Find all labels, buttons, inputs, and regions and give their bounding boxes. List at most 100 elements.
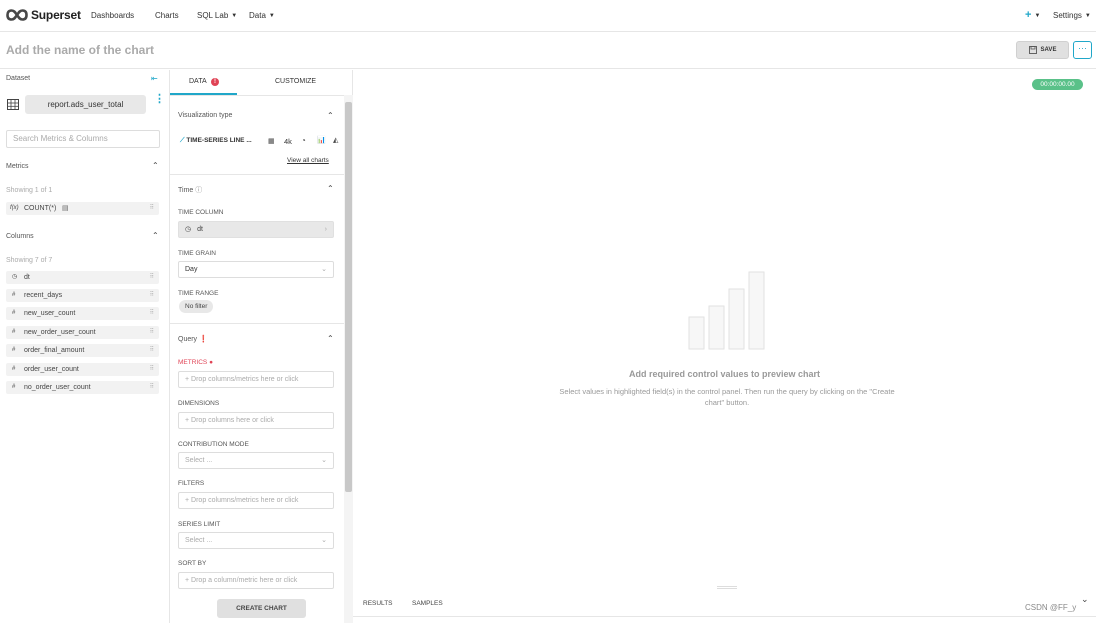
- column-item[interactable]: # order_user_count ⠿: [6, 363, 159, 376]
- nav-sql-lab-label: SQL Lab: [197, 11, 229, 20]
- search-input[interactable]: Search Metrics & Columns: [6, 130, 160, 148]
- results-divider: [353, 616, 1096, 617]
- column-item[interactable]: ◷ dt ⠿: [6, 271, 159, 284]
- big-number-icon[interactable]: 4k: [284, 137, 292, 146]
- columns-heading: Columns: [6, 233, 34, 240]
- tab-results[interactable]: RESULTS: [363, 600, 393, 607]
- chevron-up-icon[interactable]: ⌃: [152, 231, 159, 240]
- column-item[interactable]: # order_final_amount ⠿: [6, 344, 159, 357]
- nav-dashboards[interactable]: Dashboards: [91, 11, 134, 20]
- plus-icon: +: [185, 577, 190, 584]
- save-button[interactable]: SAVE: [1016, 41, 1069, 59]
- section-divider: [170, 323, 344, 324]
- chevron-down-icon: ⌄: [321, 457, 327, 464]
- chevron-up-icon[interactable]: ⌃: [327, 334, 334, 343]
- time-grain-value: Day: [185, 266, 198, 273]
- more-actions-button[interactable]: ···: [1073, 41, 1092, 59]
- columns-count: Showing 7 of 7: [6, 257, 53, 264]
- chevron-up-icon[interactable]: ⌃: [327, 111, 334, 120]
- metrics-heading: Metrics: [6, 163, 29, 170]
- series-limit-placeholder: Select ...: [185, 537, 213, 544]
- table-icon: ▤: [62, 205, 69, 212]
- time-column-select[interactable]: ◷ dt ›: [178, 221, 334, 238]
- numeric-icon: #: [12, 384, 16, 390]
- settings-menu[interactable]: Settings ▼: [1053, 11, 1091, 20]
- bar-chart-icon[interactable]: 📊: [317, 136, 326, 144]
- plus-icon: +: [185, 417, 190, 424]
- series-limit-select[interactable]: Select ... ⌄: [178, 532, 334, 549]
- nav-sql-lab[interactable]: SQL Lab ▼: [197, 11, 237, 20]
- settings-label: Settings: [1053, 11, 1082, 20]
- contribution-mode-label: CONTRIBUTION MODE: [178, 441, 249, 448]
- column-item[interactable]: # no_order_user_count ⠿: [6, 381, 159, 394]
- tab-data[interactable]: DATA!: [189, 78, 219, 86]
- chevron-down-icon[interactable]: ⌄: [1081, 594, 1089, 605]
- numeric-icon: #: [12, 292, 16, 298]
- numeric-icon: #: [12, 347, 16, 353]
- create-chart-button[interactable]: CREATE CHART: [217, 599, 306, 618]
- filters-placeholder: Drop columns/metrics here or click: [191, 497, 299, 504]
- contribution-mode-select[interactable]: Select ... ⌄: [178, 452, 334, 469]
- column-name: order_user_count: [24, 366, 79, 373]
- column-name: recent_days: [24, 292, 63, 299]
- column-name: dt: [24, 274, 30, 281]
- pie-chart-icon[interactable]: ◔: [301, 136, 306, 145]
- watermark: CSDN @FF_y: [1025, 603, 1077, 612]
- drag-handle-icon[interactable]: ⠿: [150, 289, 155, 302]
- column-item[interactable]: # new_order_user_count ⠿: [6, 326, 159, 339]
- dataset-menu-icon[interactable]: ⋮: [154, 94, 165, 105]
- time-grain-select[interactable]: Day ⌄: [178, 261, 334, 278]
- time-range-tag[interactable]: No filter: [179, 300, 214, 313]
- column-name: new_order_user_count: [24, 329, 96, 336]
- drag-handle-icon[interactable]: ⠿: [150, 381, 155, 394]
- brand-name: Superset: [31, 8, 81, 22]
- tab-samples[interactable]: SAMPLES: [412, 600, 443, 607]
- new-item-button[interactable]: + ▼: [1025, 9, 1040, 21]
- area-chart-icon[interactable]: ◭: [333, 136, 338, 144]
- chevron-up-icon[interactable]: ⌃: [327, 184, 334, 193]
- view-all-charts-link[interactable]: View all charts: [287, 157, 329, 164]
- query-heading: Query ❗: [178, 335, 208, 343]
- metrics-dropzone[interactable]: + Drop columns/metrics here or click: [178, 371, 334, 388]
- chevron-down-icon: ▼: [1084, 13, 1091, 19]
- drag-handle-icon[interactable]: ⠿: [150, 326, 155, 339]
- dataset-name[interactable]: report.ads_user_total: [25, 95, 146, 114]
- function-icon: f(x): [10, 205, 19, 211]
- query-timer: 00:00:00.00: [1032, 79, 1083, 90]
- metric-item[interactable]: f(x) COUNT(*) ▤ ⠿: [6, 202, 159, 215]
- chevron-right-icon: ›: [324, 226, 327, 233]
- table-chart-icon[interactable]: ▦: [268, 137, 275, 145]
- dimensions-placeholder: Drop columns here or click: [191, 417, 274, 424]
- drag-handle-icon[interactable]: ⠿: [150, 271, 155, 284]
- resize-handle[interactable]: [717, 586, 737, 587]
- viz-type-selector[interactable]: ⟋ TIME-SERIES LINE ...: [180, 137, 252, 145]
- drag-handle-icon[interactable]: ⠿: [150, 363, 155, 376]
- time-heading-label: Time: [178, 187, 194, 194]
- column-item[interactable]: # new_user_count ⠿: [6, 307, 159, 320]
- metrics-label: METRICS ●: [178, 359, 213, 366]
- empty-state-title: Add required control values to preview c…: [628, 369, 821, 379]
- collapse-panel-icon[interactable]: ⇤: [151, 74, 158, 83]
- sort-by-dropzone[interactable]: + Drop a column/metric here or click: [178, 572, 334, 589]
- metrics-placeholder: Drop columns/metrics here or click: [191, 376, 299, 383]
- chevron-down-icon: ⌄: [321, 537, 327, 544]
- dimensions-label: DIMENSIONS: [178, 400, 220, 407]
- drag-handle-icon[interactable]: ⠿: [150, 202, 155, 215]
- chevron-up-icon[interactable]: ⌃: [152, 161, 159, 170]
- chart-title-input[interactable]: Add the name of the chart: [6, 43, 154, 57]
- nav-data-label: Data: [249, 11, 266, 20]
- tab-customize[interactable]: CUSTOMIZE: [275, 78, 316, 85]
- drag-handle-icon[interactable]: ⠿: [150, 307, 155, 320]
- scrollbar[interactable]: [345, 102, 352, 492]
- dimensions-dropzone[interactable]: + Drop columns here or click: [178, 412, 334, 429]
- column-item[interactable]: # recent_days ⠿: [6, 289, 159, 302]
- filters-dropzone[interactable]: + Drop columns/metrics here or click: [178, 492, 334, 509]
- drag-handle-icon[interactable]: ⠿: [150, 344, 155, 357]
- filters-label: FILTERS: [178, 480, 205, 487]
- column-name: order_final_amount: [24, 347, 85, 354]
- superset-logo[interactable]: Superset: [6, 8, 81, 22]
- metrics-count: Showing 1 of 1: [6, 187, 53, 194]
- nav-data[interactable]: Data ▼: [249, 11, 275, 20]
- section-divider: [170, 174, 344, 175]
- nav-charts[interactable]: Charts: [155, 11, 179, 20]
